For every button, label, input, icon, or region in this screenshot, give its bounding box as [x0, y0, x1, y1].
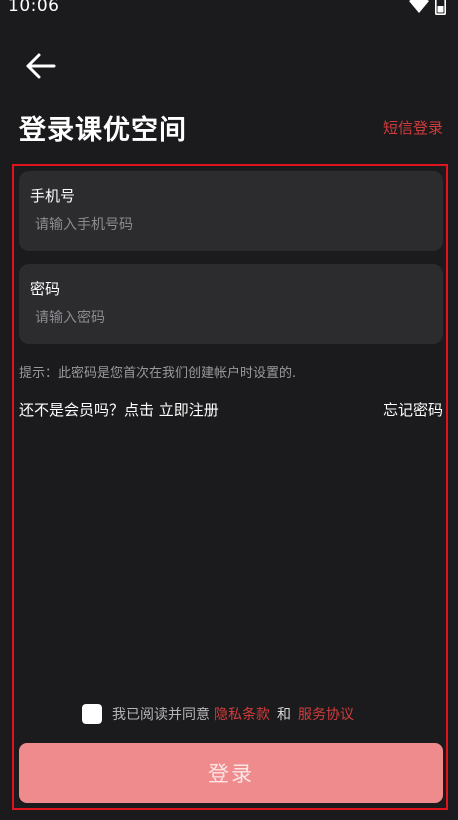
- status-bar: 10:06: [0, 0, 458, 24]
- login-screen: 10:06 登录课优空间 短信登录 手机号 请输入手机号码 密码 提示：此密码是…: [0, 0, 458, 820]
- sms-login-link[interactable]: 短信登录: [383, 117, 443, 138]
- password-field-label: 密码: [30, 280, 61, 298]
- register-link[interactable]: 还不是会员吗？点击 立即注册: [19, 401, 219, 419]
- forgot-password-link[interactable]: 忘记密码: [383, 399, 443, 420]
- register-row: 还不是会员吗？点击 立即注册: [19, 399, 219, 420]
- wifi-icon: [409, 0, 429, 18]
- agreement-row: 我已阅读并同意 隐私条款 和 服务协议: [82, 703, 354, 725]
- status-time: 10:06: [8, 0, 60, 16]
- battery-icon: [435, 0, 446, 19]
- password-hint: 提示：此密码是您首次在我们创建帐户时设置的.: [19, 366, 297, 381]
- arrow-left-icon: [24, 52, 56, 84]
- back-button[interactable]: [20, 50, 60, 86]
- agreement-checkbox[interactable]: [82, 704, 102, 724]
- login-button[interactable]: 登录: [19, 743, 443, 803]
- phone-field-card[interactable]: 手机号: [19, 171, 443, 251]
- privacy-link[interactable]: 隐私条款: [214, 704, 270, 724]
- service-agreement-link[interactable]: 服务协议: [298, 704, 354, 724]
- agreement-and: 和: [277, 707, 291, 723]
- agreement-prefix: 我已阅读并同意: [112, 707, 210, 723]
- password-field-card[interactable]: 密码: [19, 264, 443, 344]
- password-input[interactable]: [32, 304, 434, 332]
- phone-input[interactable]: [32, 211, 434, 239]
- status-icons: [409, 0, 446, 18]
- page-title: 登录课优空间: [19, 115, 187, 146]
- phone-field-label: 手机号: [30, 187, 76, 205]
